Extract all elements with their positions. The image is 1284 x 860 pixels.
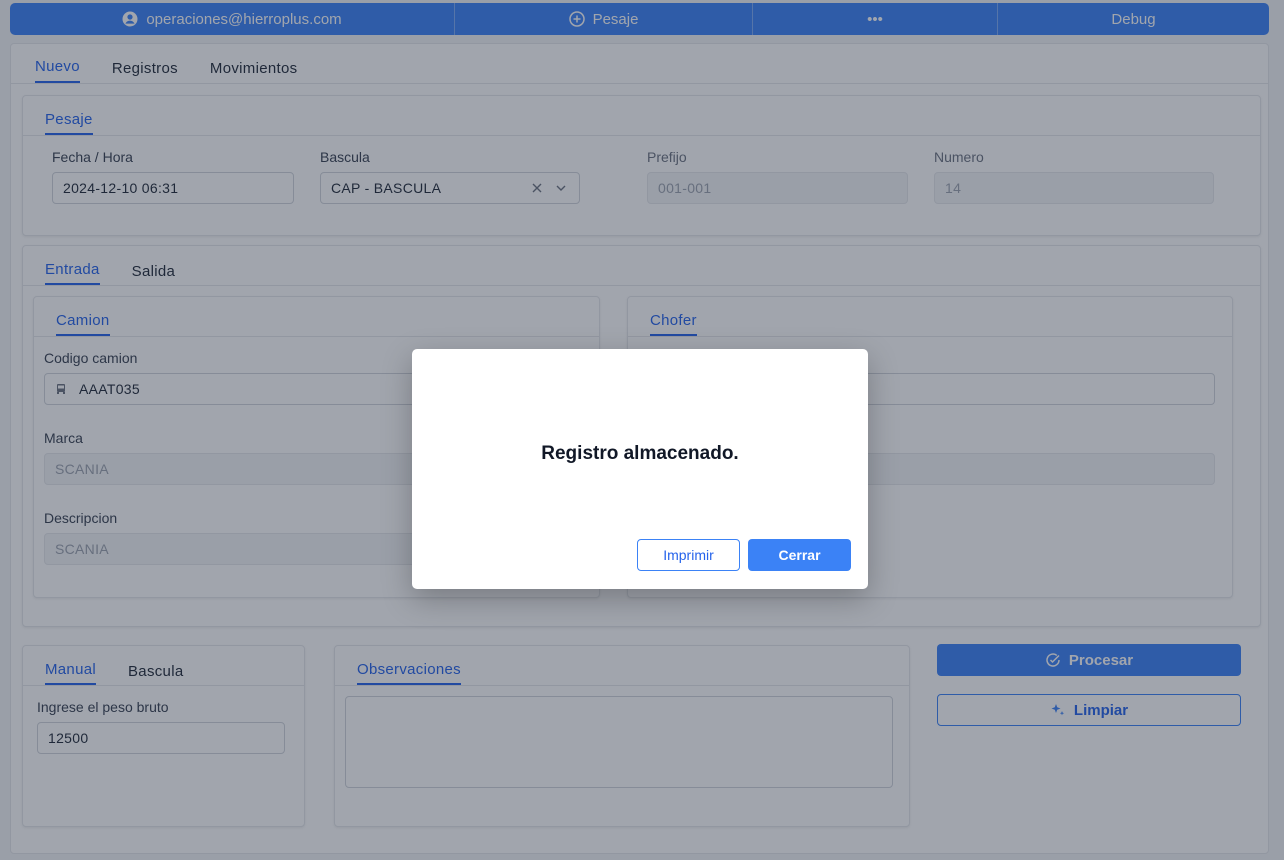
dialog-message: Registro almacenado.: [541, 443, 739, 464]
cerrar-button[interactable]: Cerrar: [748, 539, 851, 571]
cerrar-label: Cerrar: [778, 547, 821, 563]
imprimir-button[interactable]: Imprimir: [637, 539, 740, 571]
imprimir-label: Imprimir: [663, 547, 714, 563]
confirmation-dialog: Registro almacenado. Imprimir Cerrar: [412, 349, 868, 589]
